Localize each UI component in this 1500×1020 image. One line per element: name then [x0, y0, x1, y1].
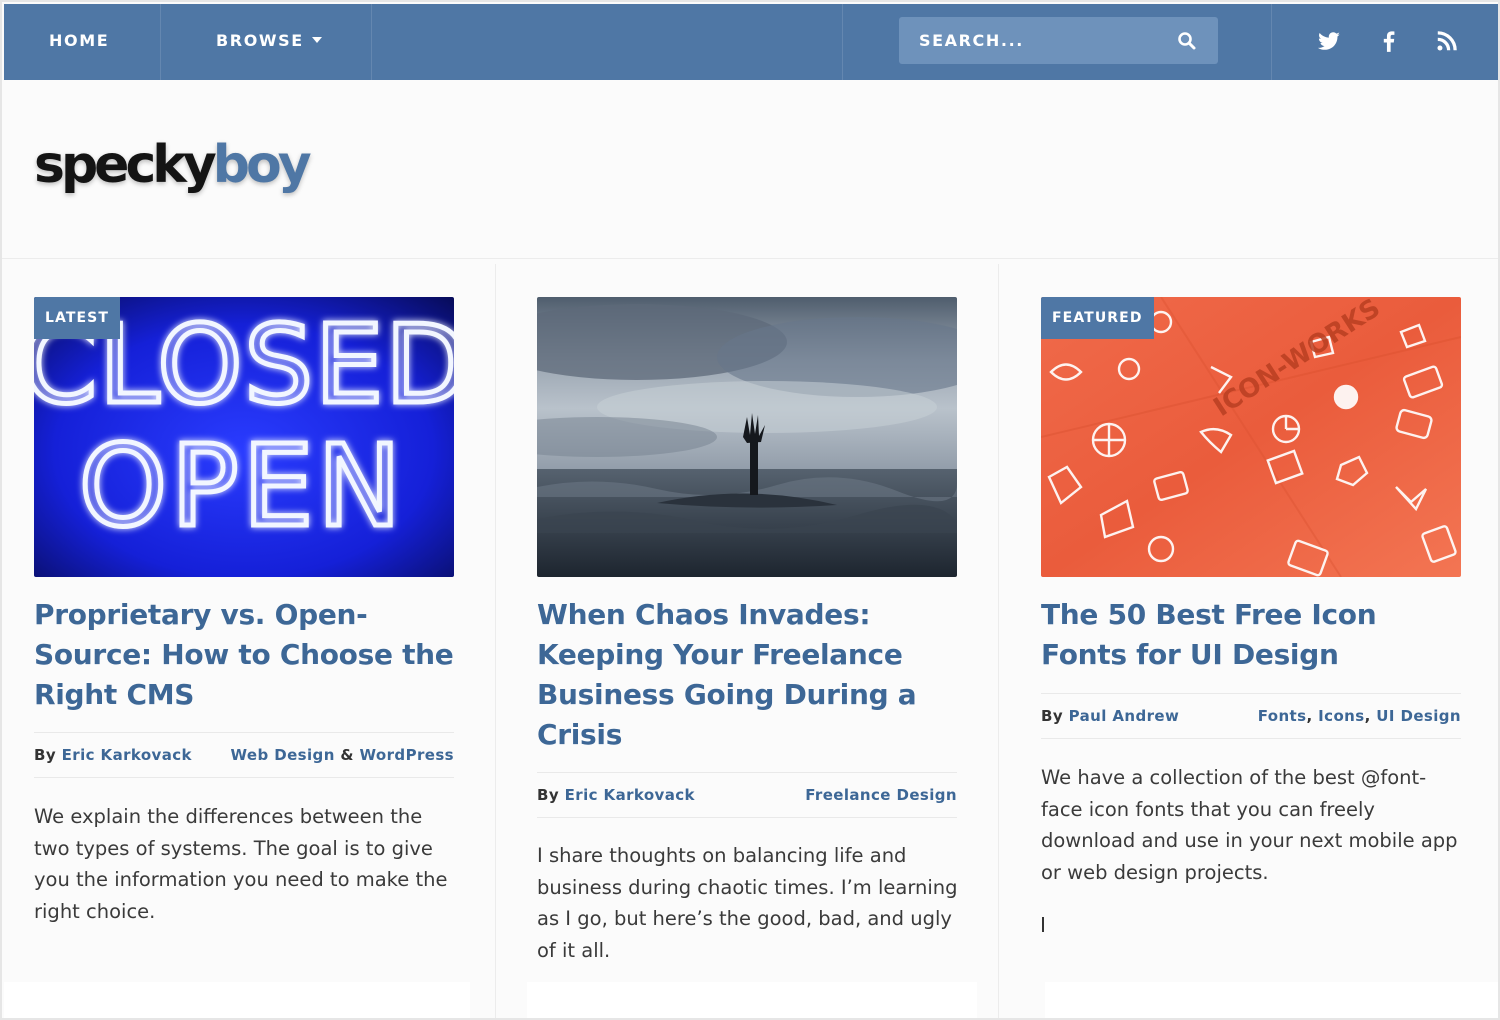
category-link-wordpress[interactable]: WordPress — [360, 746, 454, 764]
nav-home-link[interactable]: HOME — [49, 4, 109, 80]
byline-label: By — [537, 786, 560, 804]
article-excerpt: We have a collection of the best @font-f… — [1041, 766, 1458, 884]
nav-divider — [842, 4, 843, 80]
article-title[interactable]: Proprietary vs. Open-Source: How to Choo… — [34, 595, 464, 715]
neon-open-text: OPEN — [79, 422, 405, 552]
next-card-block — [527, 982, 977, 1018]
category-separator: , — [1364, 707, 1371, 725]
stormy-sea-image — [537, 297, 957, 577]
category-link-web-design[interactable]: Web Design — [231, 746, 335, 764]
category-link-fonts[interactable]: Fonts — [1258, 707, 1307, 725]
twitter-icon[interactable] — [1316, 28, 1342, 54]
next-card-block — [1045, 982, 1498, 1018]
nav-divider — [1271, 4, 1272, 80]
article-title[interactable]: When Chaos Invades: Keeping Your Freelan… — [537, 595, 967, 755]
article-categories: Fonts, Icons, UI Design — [1258, 694, 1461, 738]
header-divider — [2, 258, 1498, 259]
author-link[interactable]: Paul Andrew — [1069, 707, 1180, 725]
article-thumbnail[interactable]: CLOSED OPEN LATEST — [34, 297, 454, 577]
search-box — [899, 17, 1218, 64]
text-cursor — [1042, 917, 1044, 932]
article-thumbnail[interactable] — [537, 297, 957, 577]
article-meta: By Paul Andrew Fonts, Icons, UI Design — [1041, 693, 1461, 739]
nav-browse-menu[interactable]: BROWSE — [216, 4, 322, 80]
article-thumbnail[interactable]: ICON-WORKS FEATURED — [1041, 297, 1461, 577]
author-link[interactable]: Eric Karkovack — [62, 746, 192, 764]
logo-text: specky — [34, 135, 217, 195]
top-navigation: HOME BROWSE — [4, 4, 1498, 80]
article-byline: By Paul Andrew — [1041, 694, 1179, 738]
article-title[interactable]: The 50 Best Free Icon Fonts for UI Desig… — [1041, 595, 1471, 675]
site-logo[interactable]: speckyboy — [34, 130, 312, 200]
nav-divider — [371, 4, 372, 80]
category-link-icons[interactable]: Icons — [1318, 707, 1364, 725]
facebook-icon[interactable] — [1376, 28, 1402, 54]
page-frame: HOME BROWSE speckyboy — [0, 0, 1500, 1020]
next-card-block — [4, 982, 470, 1018]
chevron-down-icon — [311, 37, 322, 43]
category-separator: & — [340, 746, 354, 764]
article-byline: By Eric Karkovack — [34, 733, 192, 777]
logo-text-accent: boy — [212, 135, 312, 195]
search-input[interactable] — [899, 17, 1169, 64]
search-icon[interactable] — [1175, 29, 1199, 53]
column-divider — [998, 264, 999, 1018]
category-separator: , — [1306, 707, 1313, 725]
featured-badge: FEATURED — [1041, 297, 1154, 339]
article-meta: By Eric Karkovack Web Design & WordPress — [34, 732, 454, 778]
category-link-ui-design[interactable]: UI Design — [1376, 707, 1461, 725]
byline-label: By — [34, 746, 57, 764]
article-byline: By Eric Karkovack — [537, 773, 695, 817]
article-excerpt: I share thoughts on balancing life and b… — [537, 844, 958, 962]
author-link[interactable]: Eric Karkovack — [565, 786, 695, 804]
rss-icon[interactable] — [1434, 28, 1460, 54]
neon-sign-image: CLOSED OPEN — [34, 297, 454, 577]
nav-browse-label: BROWSE — [216, 31, 304, 50]
icon-fonts-image: ICON-WORKS — [1041, 297, 1461, 577]
article-excerpt: We explain the differences between the t… — [34, 805, 448, 923]
latest-badge: LATEST — [34, 297, 121, 339]
column-divider — [495, 264, 496, 1018]
nav-divider — [160, 4, 161, 80]
article-meta: By Eric Karkovack Freelance Design — [537, 772, 957, 818]
category-link-freelance-design[interactable]: Freelance Design — [805, 786, 957, 804]
byline-label: By — [1041, 707, 1064, 725]
article-categories: Freelance Design — [805, 773, 957, 817]
article-categories: Web Design & WordPress — [231, 733, 454, 777]
